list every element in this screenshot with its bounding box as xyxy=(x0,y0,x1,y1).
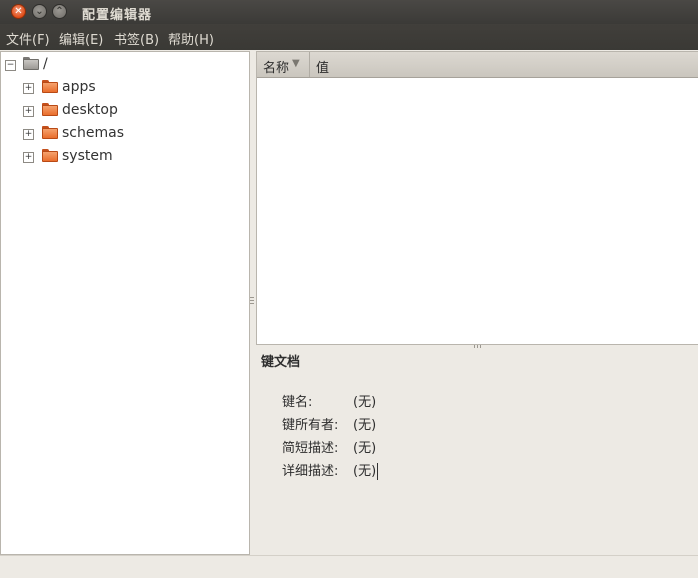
doc-value: (无) xyxy=(353,441,377,456)
menu-help[interactable]: 帮助(H) xyxy=(168,29,214,48)
folder-icon xyxy=(42,126,58,139)
doc-value: (无) xyxy=(353,418,377,433)
tree-item-label: system xyxy=(62,148,113,164)
expand-icon[interactable]: + xyxy=(23,106,34,117)
doc-row-key-name: 键名: (无) xyxy=(282,391,376,410)
window-title: 配置编辑器 xyxy=(82,8,153,23)
expand-icon[interactable]: + xyxy=(23,129,34,140)
doc-label: 键所有者: xyxy=(282,418,339,433)
key-doc-title: 键文档 xyxy=(261,355,301,370)
key-list[interactable]: 名称 ▼ 值 xyxy=(256,51,698,345)
tree-item-schemas[interactable]: + schemas xyxy=(1,123,249,145)
maximize-icon: ⌃ xyxy=(55,5,64,17)
expand-icon[interactable]: + xyxy=(23,152,34,163)
minimize-icon: ⌄ xyxy=(35,5,44,17)
tree-item-system[interactable]: + system xyxy=(1,146,249,168)
column-name-label: 名称 xyxy=(263,61,290,76)
menu-bar: 文件(F) 编辑(E) 书签(B) 帮助(H) xyxy=(0,24,698,50)
doc-label: 键名: xyxy=(282,395,313,410)
expand-icon[interactable]: + xyxy=(23,83,34,94)
sort-descending-icon: ▼ xyxy=(292,58,300,69)
minimize-window-button[interactable]: ⌄ xyxy=(32,4,47,19)
doc-label: 详细描述: xyxy=(282,464,339,479)
folder-icon xyxy=(42,80,58,93)
pane-splitter-handle[interactable] xyxy=(250,297,254,305)
folder-icon xyxy=(42,103,58,116)
doc-value: (无) xyxy=(353,395,377,410)
tree-item-label: apps xyxy=(62,79,96,95)
folder-icon xyxy=(23,57,39,70)
close-icon: ✕ xyxy=(14,5,23,17)
doc-label: 简短描述: xyxy=(282,441,339,456)
pane-splitter-handle-horizontal[interactable] xyxy=(474,345,482,348)
title-bar: ✕ ⌄ ⌃ 配置编辑器 xyxy=(0,0,698,24)
column-header-name[interactable]: 名称 ▼ xyxy=(257,52,310,77)
folder-icon xyxy=(42,149,58,162)
column-header-value[interactable]: 值 xyxy=(316,57,329,76)
doc-row-short-desc: 简短描述: (无) xyxy=(282,437,376,456)
collapse-icon[interactable]: − xyxy=(5,60,16,71)
maximize-window-button[interactable]: ⌃ xyxy=(52,4,67,19)
status-bar xyxy=(0,555,698,578)
close-window-button[interactable]: ✕ xyxy=(11,4,26,19)
tree-item-label: schemas xyxy=(62,125,124,141)
doc-row-long-desc[interactable]: 详细描述: (无) xyxy=(282,460,379,480)
tree-item-desktop[interactable]: + desktop xyxy=(1,100,249,122)
tree-root-row[interactable]: − / xyxy=(1,54,249,76)
tree-item-label: desktop xyxy=(62,102,118,118)
text-cursor xyxy=(377,463,379,480)
tree-root-label: / xyxy=(43,56,48,72)
menu-bookmarks[interactable]: 书签(B) xyxy=(114,29,159,48)
menu-edit[interactable]: 编辑(E) xyxy=(59,29,103,48)
directory-tree[interactable]: − / + apps + desktop + schemas + system xyxy=(0,51,250,555)
tree-item-apps[interactable]: + apps xyxy=(1,77,249,99)
doc-value[interactable]: (无) xyxy=(353,464,376,479)
menu-file[interactable]: 文件(F) xyxy=(6,29,50,48)
doc-row-key-owner: 键所有者: (无) xyxy=(282,414,376,433)
list-header: 名称 ▼ 值 xyxy=(257,52,698,78)
